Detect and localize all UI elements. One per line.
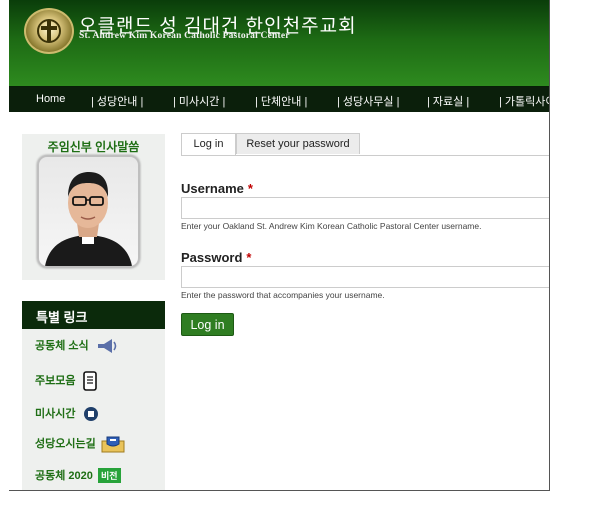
- link-mass-times[interactable]: 미사시간: [35, 405, 99, 422]
- browser-viewport: 오클랜드 성 김대건 한인천주교회 St. Andrew Kim Korean …: [9, 0, 550, 491]
- password-label: Password *: [181, 250, 251, 265]
- username-label: Username *: [181, 181, 253, 196]
- link-community-news[interactable]: 공동체 소식: [35, 337, 118, 355]
- login-form-area: Log in Reset your password Username * Ent…: [181, 133, 549, 490]
- site-header: 오클랜드 성 김대건 한인천주교회 St. Andrew Kim Korean …: [9, 0, 549, 86]
- church-logo-icon[interactable]: [24, 8, 74, 54]
- logo-cross-vertical: [47, 21, 51, 41]
- link-bulletins-label: 주보모음: [35, 374, 76, 387]
- special-links-title: 특별 링크: [36, 310, 88, 325]
- nav-office[interactable]: | 성당사무실 |: [337, 93, 399, 109]
- pastor-greeting-title[interactable]: 주임신부 인사말씀: [22, 138, 165, 155]
- link-mass-times-label: 미사시간: [35, 408, 76, 420]
- auth-tabs: Log in Reset your password: [181, 133, 549, 156]
- nav-church-info[interactable]: | 성당안내 |: [91, 93, 143, 109]
- username-required-mark: *: [247, 181, 253, 196]
- tab-reset-password-label: Reset your password: [246, 138, 350, 150]
- username-input[interactable]: [181, 197, 549, 219]
- main-nav: Home | 성당안내 | | 미사시간 | | 단체안내 | | 성당사무실 …: [9, 86, 549, 112]
- map-road-icon: [101, 436, 125, 453]
- nav-catholic-sites[interactable]: | 가톨릭사이: [499, 93, 549, 109]
- password-input[interactable]: [181, 266, 549, 288]
- special-links-header: 특별 링크: [22, 301, 165, 329]
- pastor-greeting-box: 주임신부 인사말씀: [22, 134, 165, 280]
- special-links-list: 공동체 소식 주보모음 미사시간 성당오시는길 공동체 2020 비전: [22, 329, 165, 490]
- username-label-text: Username: [181, 181, 244, 196]
- megaphone-icon: [97, 339, 117, 354]
- link-community-news-label: 공동체 소식: [35, 340, 89, 352]
- logo-cross-horizontal: [41, 26, 57, 30]
- tab-reset-password[interactable]: Reset your password: [236, 133, 360, 154]
- login-submit-label: Log in: [190, 318, 225, 332]
- stop-circle-icon: [83, 407, 98, 422]
- nav-home[interactable]: Home: [36, 93, 65, 105]
- nav-groups[interactable]: | 단체안내 |: [255, 93, 307, 109]
- vision-badge: 비전: [97, 468, 121, 483]
- nav-mass-times[interactable]: | 미사시간 |: [173, 93, 225, 109]
- phone-document-icon: [82, 371, 97, 391]
- pastor-photo[interactable]: [37, 155, 140, 268]
- site-subtitle: St. Andrew Kim Korean Catholic Pastoral …: [79, 31, 290, 41]
- nav-resources[interactable]: | 자료실 |: [427, 93, 469, 109]
- password-help-text: Enter the password that accompanies your…: [181, 290, 385, 300]
- link-directions[interactable]: 성당오시는길: [35, 435, 125, 453]
- login-submit-button[interactable]: Log in: [181, 313, 234, 336]
- link-directions-label: 성당오시는길: [35, 438, 96, 450]
- link-bulletins[interactable]: 주보모음: [35, 371, 97, 391]
- tab-login[interactable]: Log in: [181, 133, 236, 155]
- password-required-mark: *: [246, 250, 252, 265]
- link-vision-2020-label: 공동체 2020: [35, 470, 93, 482]
- username-help-text: Enter your Oakland St. Andrew Kim Korean…: [181, 221, 482, 231]
- tab-login-label: Log in: [193, 138, 224, 150]
- pastor-portrait-image: [45, 172, 132, 266]
- password-label-text: Password: [181, 250, 243, 265]
- link-vision-2020[interactable]: 공동체 2020 비전: [35, 467, 121, 483]
